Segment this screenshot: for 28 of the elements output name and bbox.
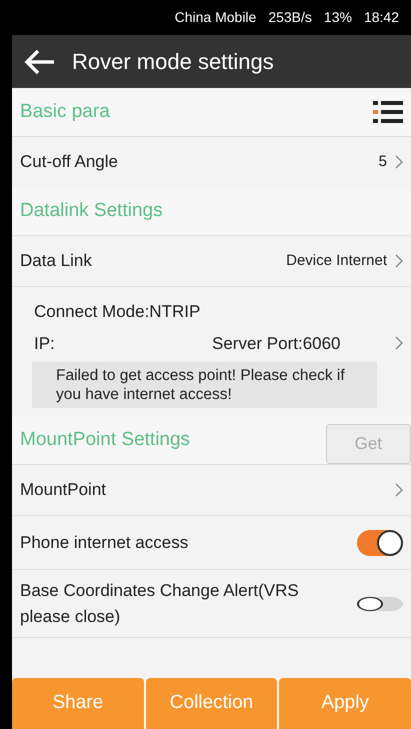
row-label: Phone internet access [20,532,190,554]
row-label: Cut-off Angle [20,151,119,174]
battery-text: 13% [324,8,352,27]
row-label: MountPoint [20,479,107,502]
header-title: Rover mode settings [72,48,274,76]
back-arrow-icon[interactable] [24,48,56,74]
connect-mode-text: Connect Mode:NTRIP [34,301,202,323]
carrier-text: China Mobile [174,8,256,27]
toggle-switch[interactable] [357,530,403,556]
network-speed: 253B/s [268,8,312,27]
chevron-right-icon [395,254,403,268]
row-label: Data Link [20,250,93,272]
ip-text: IP: [34,332,56,354]
section-heading: MountPoint Settings [20,428,190,452]
toast-message: Failed to get access point! Please check if you have internet access! [32,362,377,408]
row-label: Base Coordinates Change Alert(VRS please close) [20,580,300,628]
section-heading: Datalink Settings [20,198,163,223]
toggle-thumb [357,596,383,611]
chevron-right-icon [395,483,403,497]
toggle-switch[interactable] [357,596,403,611]
chevron-right-icon [395,336,403,350]
row-value: 5 [378,152,387,172]
section-heading: Basic para [20,100,110,124]
server-port-text: Server Port:6060 [212,332,342,354]
chevron-right-icon [395,155,403,169]
row-value: Device Internet [286,250,387,271]
clock-text: 18:42 [364,8,399,27]
toggle-thumb [377,530,403,556]
